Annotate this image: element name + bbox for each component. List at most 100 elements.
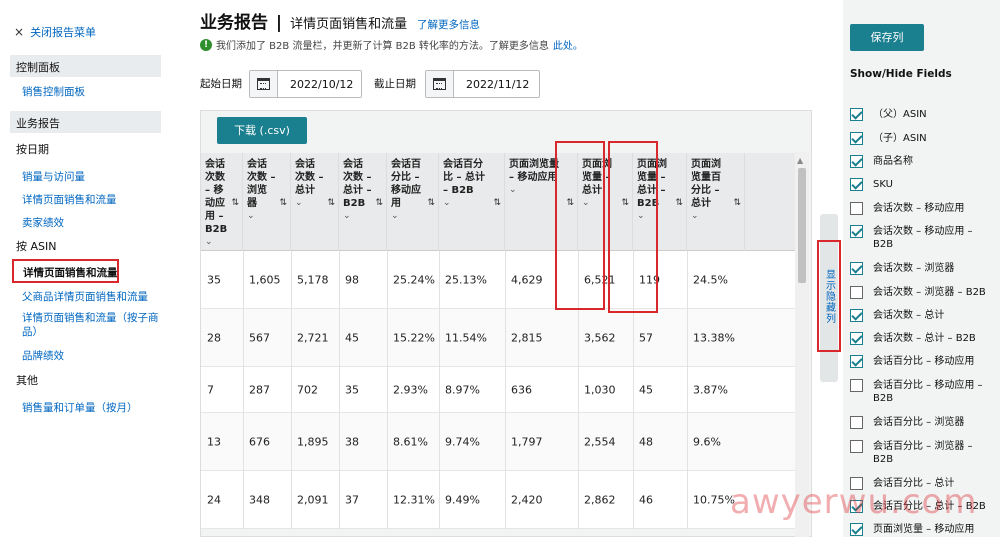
field-toggle-label: 页面浏览量 – 移动应用 (873, 524, 975, 535)
checkbox-checked[interactable] (850, 523, 863, 536)
chevron-down-icon[interactable]: ⌄ (205, 236, 238, 249)
column-header[interactable]: 会话次数 – 浏览器 ⌄ ⇅ (243, 153, 291, 251)
download-csv-button[interactable]: 下载 (.csv) (217, 117, 307, 144)
column-divider (633, 471, 634, 529)
table-cell: 10.75% (693, 493, 735, 506)
field-toggle[interactable]: 会话百分比 – 浏览器 – B2B (850, 440, 1000, 466)
sort-icon[interactable]: ⇅ (733, 197, 741, 210)
save-columns-button[interactable]: 保存列 (850, 24, 924, 51)
checkbox-unchecked[interactable] (850, 440, 863, 453)
checkbox-checked[interactable] (850, 332, 863, 345)
chevron-down-icon[interactable]: ⌄ (443, 197, 500, 210)
checkbox-checked[interactable] (850, 262, 863, 275)
chevron-down-icon[interactable]: ⌄ (247, 210, 286, 223)
column-header[interactable]: 会话百分比 – 总计 – B2B ⌄ ⇅ (439, 153, 505, 251)
chevron-down-icon[interactable]: ⌄ (343, 210, 382, 223)
sort-icon[interactable]: ⇅ (621, 197, 629, 210)
column-divider (243, 413, 244, 471)
sort-icon[interactable]: ⇅ (327, 197, 335, 210)
end-calendar-button[interactable] (426, 71, 454, 97)
field-toggle[interactable]: 会话百分比 – 浏览器 (850, 416, 1000, 429)
column-header[interactable]: 会话百分比 – 移动应用 ⌄ ⇅ (387, 153, 439, 251)
start-calendar-button[interactable] (250, 71, 278, 97)
sidebar-item-detail-page-active[interactable]: 详情页面销售和流量 (12, 259, 119, 283)
start-date-value[interactable]: 2022/10/12 (278, 78, 353, 91)
sidebar-item-brand-performance[interactable]: 品牌绩效 (22, 348, 64, 363)
field-toggle[interactable]: 商品名称 (850, 155, 1000, 168)
scroll-up-icon[interactable]: ▲ (797, 156, 803, 165)
sort-icon[interactable]: ⇅ (675, 197, 683, 210)
chevron-down-icon[interactable]: ⌄ (509, 184, 573, 197)
column-header[interactable]: 页面浏览量 – 总计 ⌄ ⇅ (578, 153, 633, 251)
table-cell: 8.97% (445, 383, 480, 396)
group-by-asin: 按 ASIN (16, 240, 57, 253)
scroll-thumb[interactable] (798, 168, 806, 283)
sidebar-item-sales-traffic[interactable]: 销量与访问量 (22, 169, 85, 184)
column-divider (633, 367, 634, 413)
sidebar-item-parent-detail-page[interactable]: 父商品详情页面销售和流量 (22, 289, 148, 304)
field-toggle[interactable]: 会话次数 – 移动应用 – B2B (850, 225, 1000, 251)
checkbox-checked[interactable] (850, 108, 863, 121)
sort-icon[interactable]: ⇅ (231, 197, 239, 210)
table-cell: 35 (345, 383, 359, 396)
table-cell: 702 (297, 383, 318, 396)
checkbox-checked[interactable] (850, 178, 863, 191)
checkbox-unchecked[interactable] (850, 202, 863, 215)
field-toggle[interactable]: 会话百分比 – 移动应用 – B2B (850, 379, 1000, 405)
sort-icon[interactable]: ⇅ (493, 197, 501, 210)
column-divider (505, 309, 506, 367)
field-toggle[interactable]: （子）ASIN (850, 132, 1000, 145)
show-hide-fields-title: Show/Hide Fields (850, 68, 952, 80)
table-cell: 25.24% (393, 273, 435, 286)
column-header[interactable]: 会话次数 – 总计 ⌄ ⇅ (291, 153, 339, 251)
field-toggle[interactable]: SKU (850, 178, 1000, 191)
start-date-picker[interactable]: 2022/10/12 (249, 70, 362, 98)
sidebar-item-seller-performance[interactable]: 卖家绩效 (22, 215, 64, 230)
sort-icon[interactable]: ⇅ (279, 197, 287, 210)
table-scrollbar[interactable]: ▲ (795, 152, 809, 537)
field-toggle[interactable]: 会话次数 – 总计 – B2B (850, 332, 1000, 345)
checkbox-checked[interactable] (850, 132, 863, 145)
table-cell: 1,797 (511, 435, 543, 448)
checkbox-unchecked[interactable] (850, 379, 863, 392)
checkbox-checked[interactable] (850, 155, 863, 168)
field-toggle[interactable]: 会话次数 – 浏览器 – B2B (850, 286, 1000, 299)
b2b-notice-link[interactable]: 此处。 (553, 37, 583, 52)
checkbox-unchecked[interactable] (850, 286, 863, 299)
column-header[interactable]: 页面浏览量 – 总计 – B2B ⌄ ⇅ (633, 153, 687, 251)
field-toggle[interactable]: 会话次数 – 总计 (850, 309, 1000, 322)
chevron-down-icon[interactable]: ⌄ (391, 210, 434, 223)
column-header[interactable]: 会话次数 – 总计 – B2B ⌄ ⇅ (339, 153, 387, 251)
checkbox-checked[interactable] (850, 355, 863, 368)
close-report-menu[interactable]: × 关闭报告菜单 (14, 24, 96, 40)
close-icon: × (14, 25, 25, 39)
field-toggle[interactable]: 会话次数 – 移动应用 (850, 202, 1000, 215)
table-cell: 7 (207, 383, 214, 396)
field-toggle[interactable]: 会话次数 – 浏览器 (850, 262, 1000, 275)
chevron-down-icon[interactable]: ⌄ (691, 210, 740, 223)
sort-icon[interactable]: ⇅ (427, 197, 435, 210)
column-divider (505, 471, 506, 529)
table-cell: 2,862 (584, 493, 616, 506)
sort-icon[interactable]: ⇅ (375, 197, 383, 210)
checkbox-checked[interactable] (850, 225, 863, 238)
learn-more-link[interactable]: 了解更多信息 (417, 19, 480, 31)
sidebar-item-detail-page-by-date[interactable]: 详情页面销售和流量 (22, 192, 117, 207)
end-date-value[interactable]: 2022/11/12 (454, 78, 529, 91)
sidebar-item-sales-dashboard[interactable]: 销售控制面板 (22, 84, 85, 99)
column-header[interactable]: 页面浏览量 – 移动应用 ⌄ ⇅ (505, 153, 578, 251)
field-toggle[interactable]: （父）ASIN (850, 108, 1000, 121)
field-toggle[interactable]: 页面浏览量 – 移动应用 (850, 523, 1000, 536)
sidebar-item-detail-page-by-child[interactable]: 详情页面销售和流量（按子商品） (22, 311, 162, 339)
chevron-down-icon[interactable]: ⌄ (637, 210, 682, 223)
table-cell: 45 (639, 383, 653, 396)
column-header[interactable]: 页面浏览量百分比 – 总计 ⌄ ⇅ (687, 153, 745, 251)
checkbox-checked[interactable] (850, 309, 863, 322)
sort-icon[interactable]: ⇅ (566, 197, 574, 210)
checkbox-unchecked[interactable] (850, 416, 863, 429)
show-hide-columns-label[interactable]: 显示隐藏列 (817, 240, 841, 352)
field-toggle[interactable]: 会话百分比 – 移动应用 (850, 355, 1000, 368)
sidebar-item-monthly-sales[interactable]: 销售量和订单量（按月） (22, 400, 138, 415)
end-date-picker[interactable]: 2022/11/12 (425, 70, 540, 98)
column-header[interactable]: 会话次数 – 移动应用 – B2B ⌄ ⇅ (201, 153, 243, 251)
